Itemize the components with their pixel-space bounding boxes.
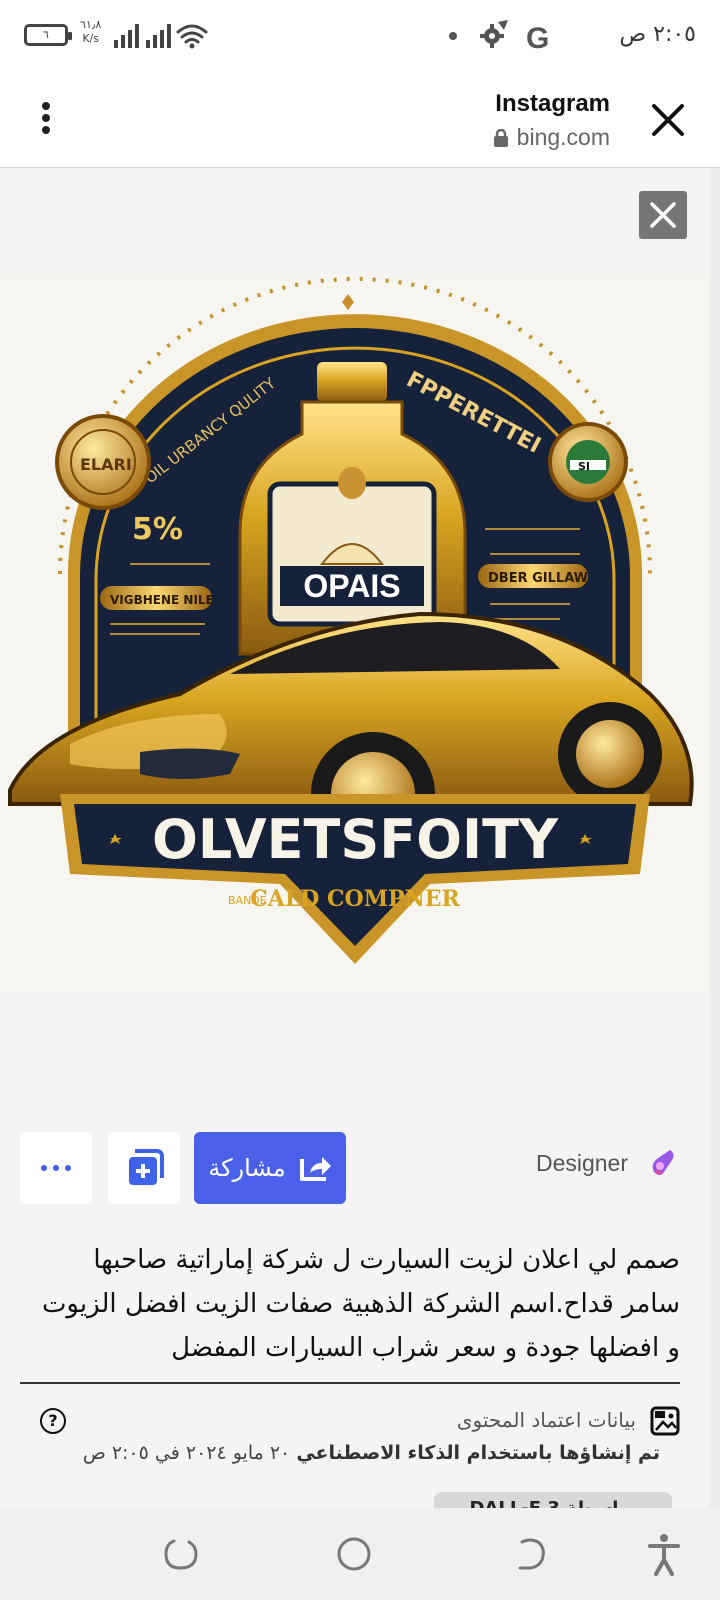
designer-attribution[interactable]: Designer: [536, 1146, 680, 1180]
designer-logo-icon: [652, 1150, 674, 1175]
custom-tab-header: Instagram bing.com: [0, 72, 720, 168]
status-bar: ٦ ٦١٫٨ K/s G ٢:٠٥ ص: [0, 0, 720, 72]
page-url: bing.com: [493, 124, 610, 151]
signal-icon: [114, 24, 208, 49]
dot-icon: [449, 32, 457, 40]
home-icon[interactable]: [330, 1530, 378, 1578]
subbrand-text: CALD COMPNER: [250, 886, 460, 912]
brand-text: OLVETSFOITY: [152, 808, 559, 871]
right-tag-text: DBER GILLAW: [488, 571, 588, 586]
network-speed-unit: K/s: [82, 32, 99, 45]
battery-level: ٦: [43, 28, 49, 41]
help-icon[interactable]: ?: [40, 1408, 66, 1434]
share-label: مشاركة: [208, 1154, 286, 1182]
share-icon: [299, 1157, 331, 1181]
content-credentials: ? بيانات اعتماد المحتوى: [36, 1406, 680, 1438]
lock-icon: [493, 128, 508, 147]
credentials-title: بيانات اعتماد المحتوى: [456, 1408, 636, 1432]
designer-label: Designer: [535, 1149, 628, 1176]
back-icon[interactable]: [506, 1530, 554, 1578]
recents-icon[interactable]: [156, 1530, 204, 1578]
page-title: Instagram: [495, 90, 610, 117]
prompt-text: صمم لي اعلان لزيت السيارت ل شركة إماراتي…: [30, 1238, 680, 1370]
prompt-line-3: و افضلها جودة و سعر شراب السيارات المفضل: [171, 1333, 680, 1363]
prompt-line-2: سامر قداح.اسم الشركة الذهبية صفات الزيت …: [41, 1289, 680, 1319]
credentials-created-date: ٢٠ مايو ٢٠٢٤ في ٢:٠٥ ص: [82, 1442, 291, 1464]
system-nav-bar: [0, 1508, 720, 1600]
credentials-created-label: تم إنشاؤها باستخدام الذكاء الاصطناعي: [296, 1442, 660, 1464]
status-right-icons: G: [449, 20, 549, 54]
clock: ٢:٠٥ ص: [619, 22, 696, 47]
scrollbar-track[interactable]: [710, 168, 720, 1508]
url-text: bing.com: [516, 124, 610, 150]
small-left-text: BANDE: [228, 894, 267, 907]
generated-image[interactable]: OIL URBANCY QULITY FPPERETTEI 5% VIGBHEN…: [0, 274, 710, 994]
bottle-label-text: OPAIS: [303, 568, 400, 604]
viewer-close-button[interactable]: [639, 191, 687, 239]
right-medallion-text: SI: [578, 460, 590, 473]
settings-sync-icon: [480, 20, 508, 48]
image-actions: مشاركة Designer: [20, 1132, 680, 1204]
image-credentials-icon: [650, 1406, 680, 1436]
network-speed: ٦١٫٨ K/s: [80, 18, 101, 46]
credentials-created: تم إنشاؤها باستخدام الذكاء الاصطناعي ٢٠ …: [80, 1442, 660, 1464]
prompt-line-1: صمم لي اعلان لزيت السيارت ل شركة إماراتي…: [93, 1245, 680, 1275]
close-icon[interactable]: [644, 96, 692, 144]
network-speed-value: ٦١٫٨: [80, 18, 102, 31]
oil-ad-artwork: OIL URBANCY QULITY FPPERETTEI 5% VIGBHEN…: [8, 277, 694, 964]
accessibility-icon[interactable]: [640, 1530, 688, 1578]
more-options-button[interactable]: [20, 1132, 92, 1204]
more-vertical-icon[interactable]: [28, 98, 64, 142]
divider: [20, 1382, 680, 1384]
google-icon: G: [526, 22, 549, 54]
percent-text: 5%: [132, 512, 183, 547]
left-medallion-text: ELARI: [80, 455, 132, 474]
share-button[interactable]: مشاركة: [194, 1132, 346, 1204]
add-to-collection-button[interactable]: [108, 1132, 180, 1204]
app-root: ٦ ٦١٫٨ K/s G ٢:٠٥ ص Instagram bing.com O…: [0, 0, 720, 1600]
battery-icon: ٦: [24, 24, 72, 46]
left-tag-text: VIGBHENE NILE: [110, 593, 214, 607]
